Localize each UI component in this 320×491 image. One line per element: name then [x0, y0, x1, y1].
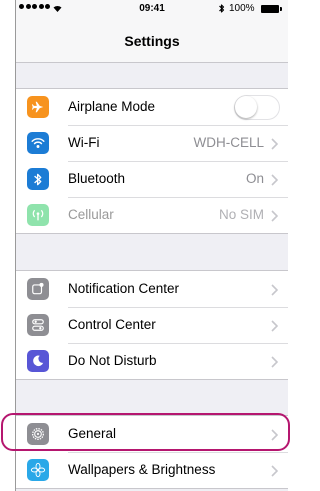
chevron-right-icon [271, 209, 279, 227]
moon-icon [27, 350, 49, 372]
notification-center-icon [27, 278, 49, 300]
settings-row-wallpapers-brightness[interactable]: Wallpapers & Brightness [16, 452, 288, 488]
airplane-mode-toggle[interactable] [234, 95, 280, 120]
notifications-group: Notification Center Control Center Do No… [16, 270, 288, 380]
chevron-right-icon [271, 137, 279, 155]
settings-row-airplane-mode[interactable]: Airplane Mode [16, 89, 288, 125]
settings-row-label: Airplane Mode [68, 99, 156, 114]
settings-row-control-center[interactable]: Control Center [16, 307, 288, 343]
settings-row-label: Do Not Disturb [68, 353, 157, 368]
settings-row-label: Cellular [68, 207, 114, 222]
settings-row-value: On [245, 171, 264, 186]
page-title: Settings [124, 33, 180, 49]
settings-row-label: Wallpapers & Brightness [68, 462, 216, 477]
settings-row-label: Notification Center [68, 281, 180, 296]
navigation-bar: Settings [16, 18, 288, 63]
settings-row-bluetooth[interactable]: Bluetooth On [16, 161, 288, 197]
status-bar: 09:41 100% [16, 0, 288, 18]
settings-row-do-not-disturb[interactable]: Do Not Disturb [16, 343, 288, 379]
bluetooth-status-icon [218, 3, 225, 17]
chevron-right-icon [271, 319, 279, 337]
chevron-right-icon [271, 283, 279, 301]
chevron-right-icon [271, 173, 279, 191]
general-row-highlight [1, 413, 290, 451]
settings-row-label: Control Center [68, 317, 156, 332]
settings-row-wifi[interactable]: Wi-Fi WDH-CELL [16, 125, 288, 161]
bluetooth-icon [27, 168, 49, 190]
battery-percentage: 100% [229, 3, 255, 14]
settings-row-notification-center[interactable]: Notification Center [16, 271, 288, 307]
battery-icon [261, 5, 282, 13]
cellular-icon [27, 204, 49, 226]
toggle-knob [235, 96, 257, 118]
chevron-right-icon [271, 464, 279, 482]
settings-row-cellular[interactable]: Cellular No SIM [16, 197, 288, 233]
airplane-icon [27, 96, 49, 118]
control-center-icon [27, 314, 49, 336]
wifi-icon [27, 132, 49, 154]
settings-row-label: Bluetooth [68, 171, 126, 186]
settings-row-label: Wi-Fi [68, 135, 100, 150]
settings-row-value: WDH-CELL [193, 135, 264, 150]
chevron-right-icon [271, 355, 279, 373]
settings-row-value: No SIM [218, 207, 264, 222]
flower-icon [27, 459, 49, 481]
connectivity-group: Airplane Mode Wi-Fi WDH-CELL Bluetooth O… [16, 88, 288, 234]
